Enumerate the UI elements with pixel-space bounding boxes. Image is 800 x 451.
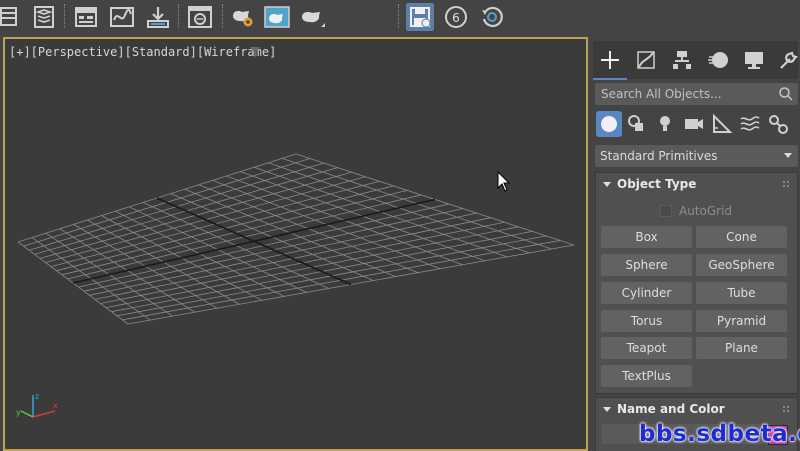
helpers-category-button[interactable] xyxy=(709,111,735,137)
render-setup-icon xyxy=(233,11,253,27)
drag-handle-icon[interactable] xyxy=(782,180,790,188)
autobackup-button[interactable] xyxy=(478,3,506,31)
cameras-icon xyxy=(685,119,703,129)
motion-tab[interactable] xyxy=(705,47,731,73)
object-category-row xyxy=(595,109,798,139)
render-setup-button[interactable] xyxy=(229,3,257,31)
lights-icon xyxy=(660,116,670,131)
create-tab[interactable] xyxy=(593,47,627,80)
dropdown-arrow-icon xyxy=(784,153,792,158)
textplus-button[interactable]: TextPlus xyxy=(601,365,692,387)
cone-button[interactable]: Cone xyxy=(696,226,787,248)
viewport-filter-icon[interactable] xyxy=(249,46,261,58)
geometry-category-button[interactable] xyxy=(596,111,622,137)
command-panel-tabs xyxy=(593,41,800,80)
hierarchy-tab[interactable] xyxy=(669,47,695,73)
shapes-category-button[interactable] xyxy=(624,111,650,137)
cameras-category-button[interactable] xyxy=(681,111,707,137)
systems-icon xyxy=(769,115,788,134)
geosphere-button[interactable]: GeoSphere xyxy=(696,254,787,276)
material-editor-icon xyxy=(188,6,212,28)
autobackup-icon xyxy=(482,6,503,28)
name-and-color-rollout-header[interactable]: Name and Color xyxy=(596,398,797,422)
dropdown-value: Standard Primitives xyxy=(600,149,718,163)
space-warps-category-button[interactable] xyxy=(737,111,763,137)
main-toolbar: 6 xyxy=(0,0,800,34)
object-type-rollout: Object Type AutoGrid Box Cone Sphere Geo… xyxy=(595,172,798,394)
svg-text:y: y xyxy=(16,408,21,417)
rendered-frame-window-button[interactable] xyxy=(263,3,291,31)
rollout-title: Name and Color xyxy=(617,402,725,416)
mouse-cursor-icon xyxy=(497,171,511,192)
plane-button[interactable]: Plane xyxy=(696,337,787,359)
toggle-ribbon-icon xyxy=(75,7,97,27)
toolbar-separator xyxy=(222,4,224,28)
torus-button[interactable]: Torus xyxy=(601,310,692,332)
svg-text:6: 6 xyxy=(452,11,460,25)
utilities-tab[interactable] xyxy=(775,47,800,73)
autogrid-label: AutoGrid xyxy=(679,204,733,218)
geometry-icon xyxy=(601,116,617,132)
pyramid-button[interactable]: Pyramid xyxy=(696,310,787,332)
app-window: 6 [+][Perspective][Standard][Wireframe] … xyxy=(0,0,800,451)
toolbar-separator xyxy=(398,4,400,28)
utilities-tab-icon xyxy=(780,51,799,69)
collapse-arrow-icon xyxy=(603,182,611,187)
collapse-arrow-icon xyxy=(603,407,611,412)
create-tab-icon xyxy=(601,51,619,69)
save-scene-icon xyxy=(410,7,431,28)
rollout-title: Object Type xyxy=(617,177,697,191)
sphere-button[interactable]: Sphere xyxy=(601,254,692,276)
svg-text:z: z xyxy=(35,392,39,401)
curve-editor-button[interactable] xyxy=(108,3,136,31)
curve-editor-icon xyxy=(110,7,134,27)
version-badge-button[interactable]: 6 xyxy=(442,3,470,31)
modify-tab[interactable] xyxy=(633,47,659,73)
checkbox-box[interactable] xyxy=(660,205,672,217)
tube-button[interactable]: Tube xyxy=(696,282,787,304)
material-editor-button[interactable] xyxy=(186,3,214,31)
scene-explorer-icon xyxy=(0,7,17,26)
watermark: bbs.sdbeta.com xyxy=(639,421,800,447)
cylinder-button[interactable]: Cylinder xyxy=(601,282,692,304)
axis-tripod-icon: z x y xyxy=(16,392,58,418)
search-input[interactable]: Search All Objects... xyxy=(601,87,722,101)
home-grid xyxy=(17,153,575,325)
render-production-icon xyxy=(302,12,325,27)
schematic-view-button[interactable] xyxy=(144,3,172,31)
object-type-rollout-header[interactable]: Object Type xyxy=(596,173,797,197)
layer-explorer-button[interactable] xyxy=(30,3,58,31)
toolbar-separator xyxy=(178,4,180,28)
version-badge-icon: 6 xyxy=(445,6,467,28)
toggle-ribbon-button[interactable] xyxy=(72,3,100,31)
modify-tab-icon xyxy=(637,51,655,69)
svg-text:x: x xyxy=(53,401,58,410)
hierarchy-tab-icon xyxy=(673,51,691,69)
perspective-viewport[interactable]: [+][Perspective][Standard][Wireframe] z … xyxy=(3,37,588,451)
teapot-button[interactable]: Teapot xyxy=(601,337,692,359)
primitive-type-dropdown[interactable]: Standard Primitives xyxy=(595,145,798,167)
schematic-view-icon xyxy=(147,7,169,28)
scene-explorer-button[interactable] xyxy=(0,3,24,31)
systems-category-button[interactable] xyxy=(765,111,791,137)
lights-category-button[interactable] xyxy=(652,111,678,137)
layer-explorer-icon xyxy=(34,6,54,28)
space-warps-icon xyxy=(740,116,760,131)
toolbar-separator xyxy=(64,4,66,28)
motion-tab-icon xyxy=(708,52,728,68)
command-panel: Search All Objects... Standard Primitive… xyxy=(591,37,800,451)
display-tab[interactable] xyxy=(741,47,767,73)
search-icon[interactable] xyxy=(778,86,794,102)
helpers-icon xyxy=(713,113,733,133)
save-scene-button[interactable] xyxy=(406,3,434,31)
drag-handle-icon[interactable] xyxy=(782,405,790,413)
display-tab-icon xyxy=(745,52,763,69)
render-production-button[interactable] xyxy=(299,3,327,31)
rendered-frame-window-icon xyxy=(264,6,290,28)
box-button[interactable]: Box xyxy=(601,226,692,248)
viewport-label[interactable]: [+][Perspective][Standard][Wireframe] xyxy=(9,45,276,59)
search-objects-field[interactable]: Search All Objects... xyxy=(595,83,798,105)
shapes-icon xyxy=(628,115,643,131)
